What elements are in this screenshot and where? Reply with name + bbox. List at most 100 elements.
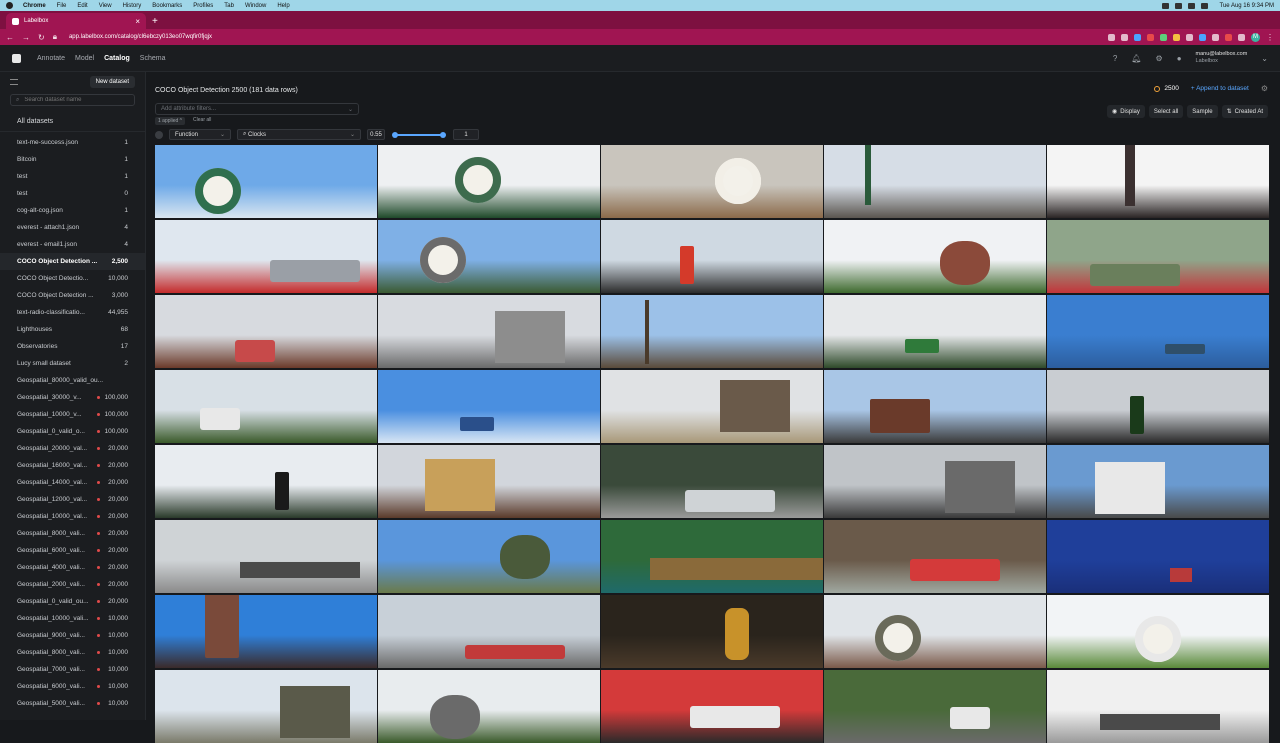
clear-all-link[interactable]: Clear all [193,117,211,125]
sidebar-item-dataset[interactable]: Geospatial_10000_val... 20,000 [0,508,145,525]
dataset-search[interactable]: ⌕ [10,94,135,106]
image-thumbnail[interactable] [601,295,823,368]
close-tab-icon[interactable]: × [135,17,140,26]
sidebar-item-dataset[interactable]: Geospatial_2000_vali... 20,000 [0,576,145,593]
image-thumbnail[interactable] [1047,145,1269,218]
sidebar-item-dataset[interactable]: everest - email1.json 4 [0,236,145,253]
image-thumbnail[interactable] [378,520,600,593]
sidebar-item-dataset[interactable]: Geospatial_7000_vali... 10,000 [0,661,145,678]
attribute-filter-input[interactable]: Add attribute filters... ⌄ [155,103,359,115]
threshold-slider[interactable] [392,131,446,138]
display-button[interactable]: ◉ Display [1106,105,1145,118]
bookmark-star-icon[interactable] [1121,33,1128,41]
menu-help[interactable]: Help [277,3,289,9]
apple-icon[interactable] [6,2,13,9]
image-thumbnail[interactable] [601,370,823,443]
image-thumbnail[interactable] [824,670,1046,743]
extension-icon[interactable] [1134,33,1141,41]
image-thumbnail[interactable] [1047,670,1269,743]
filter-toggle-icon[interactable] [155,130,163,139]
lock-icon[interactable]: 🔒︎ [53,32,57,42]
sidebar-item-dataset[interactable]: COCO Object Detection ... 2,500 [0,253,145,270]
all-datasets-link[interactable]: All datasets [0,112,145,132]
image-thumbnail[interactable] [824,370,1046,443]
new-dataset-button[interactable]: New dataset [89,76,135,88]
image-thumbnail[interactable] [155,520,377,593]
kebab-menu-icon[interactable]: ⋮ [1266,33,1274,42]
wifi-icon[interactable] [1161,2,1169,9]
query-select[interactable]: ⌕ Clocks ⌄ [237,129,361,140]
chevron-down-icon[interactable]: ⌄ [1261,54,1268,63]
puzzle-icon[interactable] [1238,33,1245,41]
sidebar-item-dataset[interactable]: Geospatial_5000_vali... 10,000 [0,695,145,712]
image-thumbnail[interactable] [824,520,1046,593]
browser-tab[interactable]: Labelbox × [6,13,146,29]
sidebar-item-dataset[interactable]: Geospatial_16000_val... 20,000 [0,457,145,474]
image-thumbnail[interactable] [1047,370,1269,443]
menu-edit[interactable]: Edit [77,3,87,9]
image-thumbnail[interactable] [1047,445,1269,518]
help-icon[interactable]: ? [1113,54,1117,63]
sidebar-item-dataset[interactable]: Observatories 17 [0,338,145,355]
sample-button[interactable]: Sample [1187,105,1218,118]
image-thumbnail[interactable] [378,145,600,218]
sidebar-item-dataset[interactable]: cog-alt-cog.json 1 [0,202,145,219]
dataset-search-input[interactable] [24,97,125,103]
notifications-icon[interactable]: 🔔︎ [1131,54,1141,63]
search-icon[interactable] [1187,2,1195,9]
image-thumbnail[interactable] [1047,220,1269,293]
threshold-input[interactable]: 0.55 [367,129,385,140]
image-thumbnail[interactable] [824,220,1046,293]
sidebar-item-dataset[interactable]: test 1 [0,168,145,185]
profile-avatar[interactable]: M [1251,32,1260,42]
image-thumbnail[interactable] [155,220,377,293]
control-center-icon[interactable] [1200,2,1208,9]
sidebar-item-dataset[interactable]: Geospatial_0_valid_ou... 20,000 [0,593,145,610]
append-to-dataset-button[interactable]: + Append to dataset [1191,85,1249,92]
function-select[interactable]: Function ⌄ [169,129,231,140]
image-thumbnail[interactable] [601,220,823,293]
image-thumbnail[interactable] [155,295,377,368]
extension-icon[interactable] [1212,33,1219,41]
menu-chrome[interactable]: Chrome [23,3,46,9]
extension-icon[interactable] [1147,33,1154,41]
menu-window[interactable]: Window [245,3,266,9]
image-thumbnail[interactable] [155,145,377,218]
nav-catalog[interactable]: Catalog [104,55,130,62]
new-tab-icon[interactable]: + [152,16,158,27]
user-avatar[interactable]: ● [1177,54,1182,63]
image-thumbnail[interactable] [378,370,600,443]
image-thumbnail[interactable] [378,595,600,668]
sidebar-item-dataset[interactable]: Geospatial_12000_val... 20,000 [0,491,145,508]
sidebar-item-dataset[interactable]: Geospatial_4000_vali... 20,000 [0,559,145,576]
image-thumbnail[interactable] [155,670,377,743]
sidebar-item-dataset[interactable]: Geospatial_80000_valid_ou... [0,372,145,389]
sidebar-item-dataset[interactable]: test 0 [0,185,145,202]
menu-profiles[interactable]: Profiles [193,3,213,9]
extension-icon[interactable] [1160,33,1167,41]
sidebar-item-dataset[interactable]: Geospatial_20000_val... 20,000 [0,440,145,457]
nav-schema[interactable]: Schema [140,55,166,62]
sidebar-item-dataset[interactable]: COCO Object Detection ... 3,000 [0,287,145,304]
image-thumbnail[interactable] [378,670,600,743]
select-all-button[interactable]: Select all [1148,105,1184,118]
image-thumbnail[interactable] [378,220,600,293]
url-field[interactable]: app.labelbox.com/catalog/cl6ebczy013eo07… [69,34,212,40]
image-thumbnail[interactable] [601,445,823,518]
user-menu[interactable]: manu@labelbox.com Labelbox [1196,51,1248,65]
image-thumbnail[interactable] [378,445,600,518]
extension-icon[interactable] [1186,33,1193,41]
applied-count-chip[interactable]: 1 applied ^ [155,117,186,125]
image-thumbnail[interactable] [601,595,823,668]
image-thumbnail[interactable] [155,595,377,668]
sidebar-item-dataset[interactable]: Geospatial_14000_val... 20,000 [0,474,145,491]
back-icon[interactable]: ← [6,33,14,42]
settings-gear-icon[interactable]: ⚙ [1261,84,1268,93]
image-thumbnail[interactable] [378,295,600,368]
slider-handle-max[interactable] [440,131,446,138]
menu-bookmarks[interactable]: Bookmarks [152,3,182,9]
settings-gear-icon[interactable]: ⚙ [1156,54,1163,63]
extension-icon[interactable] [1199,33,1206,41]
sidebar-item-dataset[interactable]: Bitcoin 1 [0,151,145,168]
sidebar-item-dataset[interactable]: Geospatial_8000_vali... 10,000 [0,644,145,661]
